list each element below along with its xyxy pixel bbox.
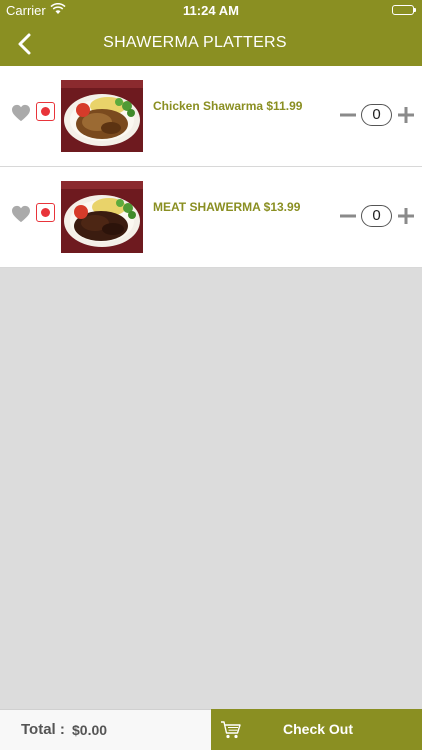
status-time: 11:24 AM	[183, 3, 239, 18]
increase-quantity-button[interactable]	[398, 208, 414, 224]
increase-quantity-button[interactable]	[398, 107, 414, 123]
decrease-quantity-button[interactable]	[340, 107, 356, 123]
status-bar: Carrier 11:24 AM	[0, 0, 422, 22]
bottom-bar: Total : $0.00 Check Out	[0, 709, 422, 750]
battery-icon	[392, 5, 416, 15]
heart-icon[interactable]	[11, 104, 31, 122]
heart-icon[interactable]	[11, 205, 31, 223]
list-item: Chicken Shawarma $11.99 0	[0, 66, 422, 167]
checkout-label: Check Out	[283, 721, 354, 737]
total-value: $0.00	[72, 722, 108, 738]
item-name: MEAT SHAWERMA $13.99	[153, 200, 301, 214]
minus-icon	[340, 113, 356, 117]
page-title: SHAWERMA PLATTERS	[103, 34, 287, 51]
list-item: MEAT SHAWERMA $13.99 0	[0, 167, 422, 268]
minus-icon	[340, 214, 356, 218]
plus-icon	[398, 107, 414, 123]
cart-icon	[220, 720, 242, 740]
total-label: Total :	[21, 721, 65, 738]
quantity-field[interactable]: 0	[361, 104, 392, 126]
food-image	[61, 80, 143, 152]
menu-item-list: Chicken Shawarma $11.99 0 MEAT SHAWERMA …	[0, 66, 422, 268]
navigation-bar: SHAWERMA PLATTERS	[0, 22, 422, 66]
decrease-quantity-button[interactable]	[340, 208, 356, 224]
food-image	[61, 181, 143, 253]
item-name: Chicken Shawarma $11.99	[153, 99, 303, 113]
checkout-button[interactable]: Check Out	[211, 709, 422, 750]
total-panel: Total : $0.00	[0, 709, 211, 750]
select-radio[interactable]	[36, 203, 55, 222]
select-radio[interactable]	[36, 102, 55, 121]
quantity-field[interactable]: 0	[361, 205, 392, 227]
plus-icon	[398, 208, 414, 224]
